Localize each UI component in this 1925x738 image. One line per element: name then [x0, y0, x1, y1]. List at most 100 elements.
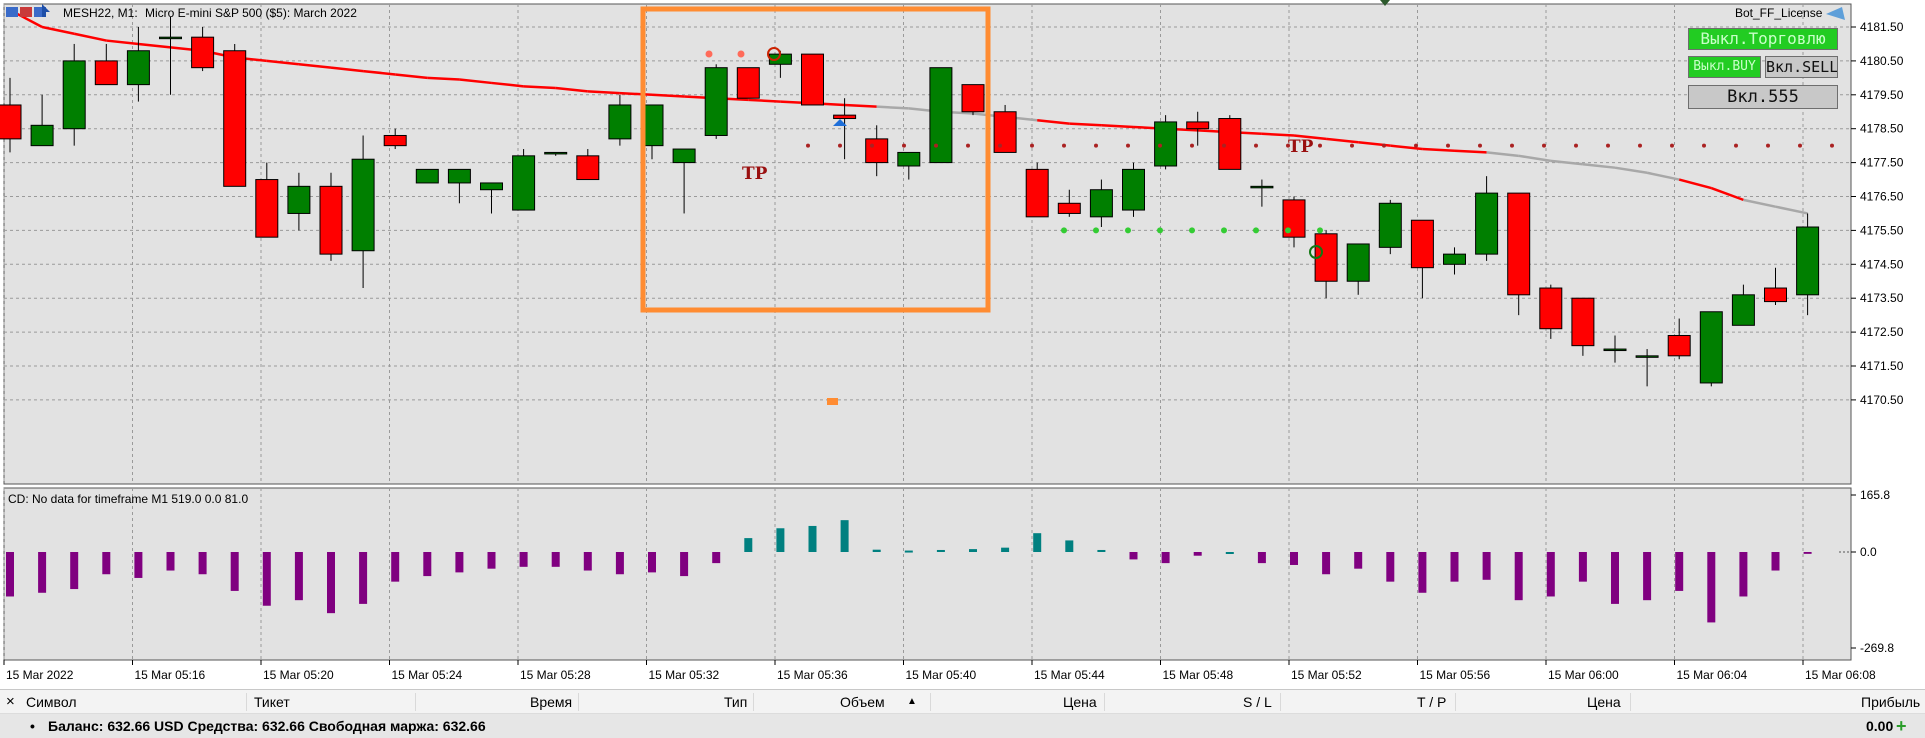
histogram-bar-negative	[648, 552, 656, 573]
tp-level-dot	[838, 143, 842, 148]
histogram-bar-positive	[808, 525, 817, 552]
histogram-bar-negative	[423, 552, 432, 577]
tp-level-dot	[1190, 143, 1194, 148]
column-price-open[interactable]: Цена	[1063, 690, 1097, 714]
column-symbol[interactable]: Символ	[26, 690, 76, 714]
histogram-bar-negative	[230, 552, 239, 591]
histogram-bar-negative	[134, 552, 143, 578]
histogram-bar-negative	[1354, 552, 1363, 569]
price-chart[interactable]: TP TP 4181.50 4180.50 4179.50 4178.50 4177.50…	[0, 0, 1925, 689]
sort-ascending-icon: ▲	[907, 696, 917, 707]
bear-candle	[576, 155, 600, 181]
bull-candle	[62, 60, 86, 130]
close-terminal-icon[interactable]: ×	[6, 690, 15, 714]
column-time[interactable]: Время	[530, 690, 572, 714]
bull-candle	[1378, 202, 1402, 248]
tp-level-dot	[1638, 143, 1642, 148]
histogram-bar-negative	[615, 552, 624, 575]
account-summary-row[interactable]: • Баланс: 632.66 USD Средства: 632.66 Св…	[0, 714, 1925, 738]
histogram-bar-negative	[262, 552, 271, 606]
histogram-bar-positive	[1065, 540, 1074, 552]
bear-candle	[319, 185, 343, 255]
histogram-bar-negative	[166, 552, 175, 571]
sell-toggle-button[interactable]: Вкл.SELL	[1765, 56, 1838, 78]
tp-label: TP	[742, 164, 768, 184]
tp-level-dot	[1798, 143, 1802, 148]
main-chart-area[interactable]	[3, 3, 1852, 485]
trading-toggle-button[interactable]: Выкл.Торговлю	[1688, 28, 1838, 50]
histogram-bar-positive	[1001, 547, 1010, 552]
buy-toggle-button[interactable]: Выкл.BUY	[1688, 56, 1761, 78]
column-price-current[interactable]: Цена	[1587, 690, 1621, 714]
moving-average-segment	[1261, 132, 1295, 137]
histogram-bar-negative	[1803, 552, 1812, 554]
moving-average-segment	[1454, 149, 1487, 154]
histogram-bar-negative	[680, 552, 689, 577]
histogram-bar-negative	[1161, 552, 1170, 564]
column-ticket[interactable]: Тикет	[254, 690, 290, 714]
tp-level-dot	[870, 143, 874, 148]
tp-level-dot	[1318, 143, 1322, 148]
histogram-bar-positive	[904, 550, 913, 553]
bull-candle	[544, 151, 568, 155]
tp-level-dot	[1222, 143, 1226, 148]
time-tick-label: 15 Mar 06:04	[1677, 668, 1748, 682]
tp-level-dot	[1606, 143, 1610, 148]
time-tick-label: 15 Mar 05:28	[520, 668, 591, 682]
histogram-bar-negative	[1771, 552, 1780, 571]
histogram-bar-negative	[583, 552, 592, 571]
histogram-bar-negative	[38, 552, 47, 593]
column-sl[interactable]: S / L	[1243, 690, 1272, 714]
price-tick-label: 4181.50	[1860, 20, 1904, 34]
tp-level-dot	[1382, 143, 1386, 148]
histogram-bar-negative	[1739, 552, 1748, 597]
bear-candle	[1507, 192, 1531, 296]
column-profit[interactable]: Прибыль	[1861, 690, 1920, 714]
price-tick-label: 4173.50	[1860, 291, 1904, 305]
time-tick-label: 15 Mar 05:32	[649, 668, 720, 682]
tp-level-dot	[1094, 143, 1098, 148]
moving-average-segment	[651, 93, 685, 98]
tp-level-dot	[1734, 143, 1738, 148]
bull-candle	[897, 151, 921, 167]
tp-level-dot	[1350, 143, 1354, 148]
bear-candle	[1410, 219, 1434, 269]
mode-toggle-button[interactable]: Вкл.555	[1688, 85, 1838, 109]
add-row-icon[interactable]: +	[1896, 714, 1907, 738]
time-tick-label: 15 Mar 05:40	[906, 668, 977, 682]
tp-level-dot	[902, 143, 906, 148]
histogram-bar-positive	[969, 549, 977, 552]
time-tick-label: 15 Mar 05:44	[1034, 668, 1105, 682]
bear-candle	[961, 84, 985, 113]
column-volume[interactable]: Объем	[840, 690, 885, 714]
tp-level-dot	[1702, 143, 1706, 148]
time-tick-label: 15 Mar 05:20	[263, 668, 334, 682]
bull-candle	[1635, 355, 1659, 358]
moving-average-segment	[427, 76, 460, 81]
moving-average-segment	[876, 105, 909, 110]
indicator-tick-label: -269.8	[1860, 641, 1894, 655]
tp-level-dot	[1126, 143, 1130, 148]
bull-candle	[1443, 253, 1466, 265]
bull-candle	[608, 104, 632, 140]
bull-candle	[30, 124, 54, 147]
account-summary-text: Баланс: 632.66 USD Средства: 632.66 Своб…	[48, 718, 486, 734]
histogram-bar-negative	[1193, 552, 1202, 556]
indicator-area[interactable]	[3, 487, 1852, 661]
time-tick-label: 15 Mar 05:52	[1291, 668, 1362, 682]
bear-candle	[865, 138, 889, 164]
bull-candle	[126, 50, 150, 86]
column-type[interactable]: Тип	[724, 690, 747, 714]
histogram-bar-negative	[1386, 552, 1395, 582]
entry-level-dot	[1221, 227, 1227, 234]
tp-level-dot	[806, 143, 810, 148]
histogram-bar-positive	[1225, 552, 1234, 554]
histogram-bar-negative	[1322, 552, 1331, 575]
column-tp[interactable]: T / P	[1417, 690, 1446, 714]
histogram-bar-negative	[1418, 552, 1427, 593]
bull-candle	[1122, 168, 1145, 211]
tp-level-dot	[1670, 143, 1674, 148]
histogram-bar-negative	[1546, 552, 1555, 597]
signal-dot	[705, 50, 713, 58]
price-tick-label: 4178.50	[1860, 122, 1904, 136]
